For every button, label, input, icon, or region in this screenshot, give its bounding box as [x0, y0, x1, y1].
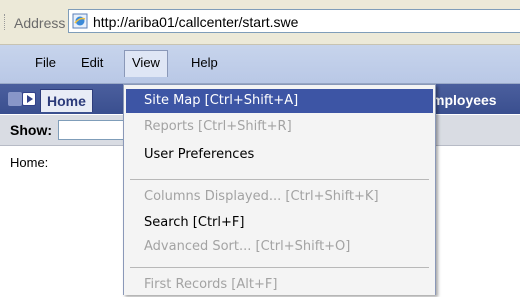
- menu-item-advanced-sort: Advanced Sort... [Ctrl+Shift+O]: [144, 239, 351, 254]
- menu-item-columns-displayed: Columns Displayed... [Ctrl+Shift+K]: [144, 189, 379, 204]
- menu-bar: File Edit View Help: [0, 45, 520, 84]
- show-label: Show:: [10, 122, 52, 138]
- menu-item-first-records: First Records [Alt+F]: [144, 277, 278, 292]
- menu-help[interactable]: Help: [184, 51, 225, 75]
- address-label: Address: [14, 15, 66, 31]
- address-bar: Address http://ariba01/callcenter/start.…: [0, 0, 520, 45]
- menu-separator: [130, 179, 429, 180]
- menu-edit[interactable]: Edit: [74, 51, 110, 75]
- menu-item-site-map[interactable]: Site Map [Ctrl+Shift+A]: [126, 89, 433, 113]
- ie-page-icon: [72, 13, 88, 29]
- menu-separator: [130, 267, 429, 268]
- forward-arrow-icon[interactable]: [22, 92, 36, 106]
- menu-item-reports: Reports [Ctrl+Shift+R]: [144, 119, 292, 134]
- tab-home[interactable]: Home: [40, 89, 93, 112]
- menu-item-search[interactable]: Search [Ctrl+F]: [126, 211, 433, 235]
- home-label: Home:: [10, 155, 49, 170]
- menu-item-user-preferences[interactable]: User Preferences: [126, 143, 433, 167]
- address-url[interactable]: http://ariba01/callcenter/start.swe: [93, 14, 298, 30]
- toolbar-grip[interactable]: [4, 14, 7, 30]
- address-input[interactable]: http://ariba01/callcenter/start.swe: [68, 9, 520, 33]
- tab-employees[interactable]: mployees: [432, 89, 497, 111]
- menu-view[interactable]: View: [124, 50, 168, 77]
- view-menu-dropdown: Site Map [Ctrl+Shift+A] Reports [Ctrl+Sh…: [123, 84, 436, 295]
- show-dropdown[interactable]: [58, 120, 128, 140]
- back-arrow-icon[interactable]: [8, 92, 22, 106]
- menu-file[interactable]: File: [28, 51, 63, 75]
